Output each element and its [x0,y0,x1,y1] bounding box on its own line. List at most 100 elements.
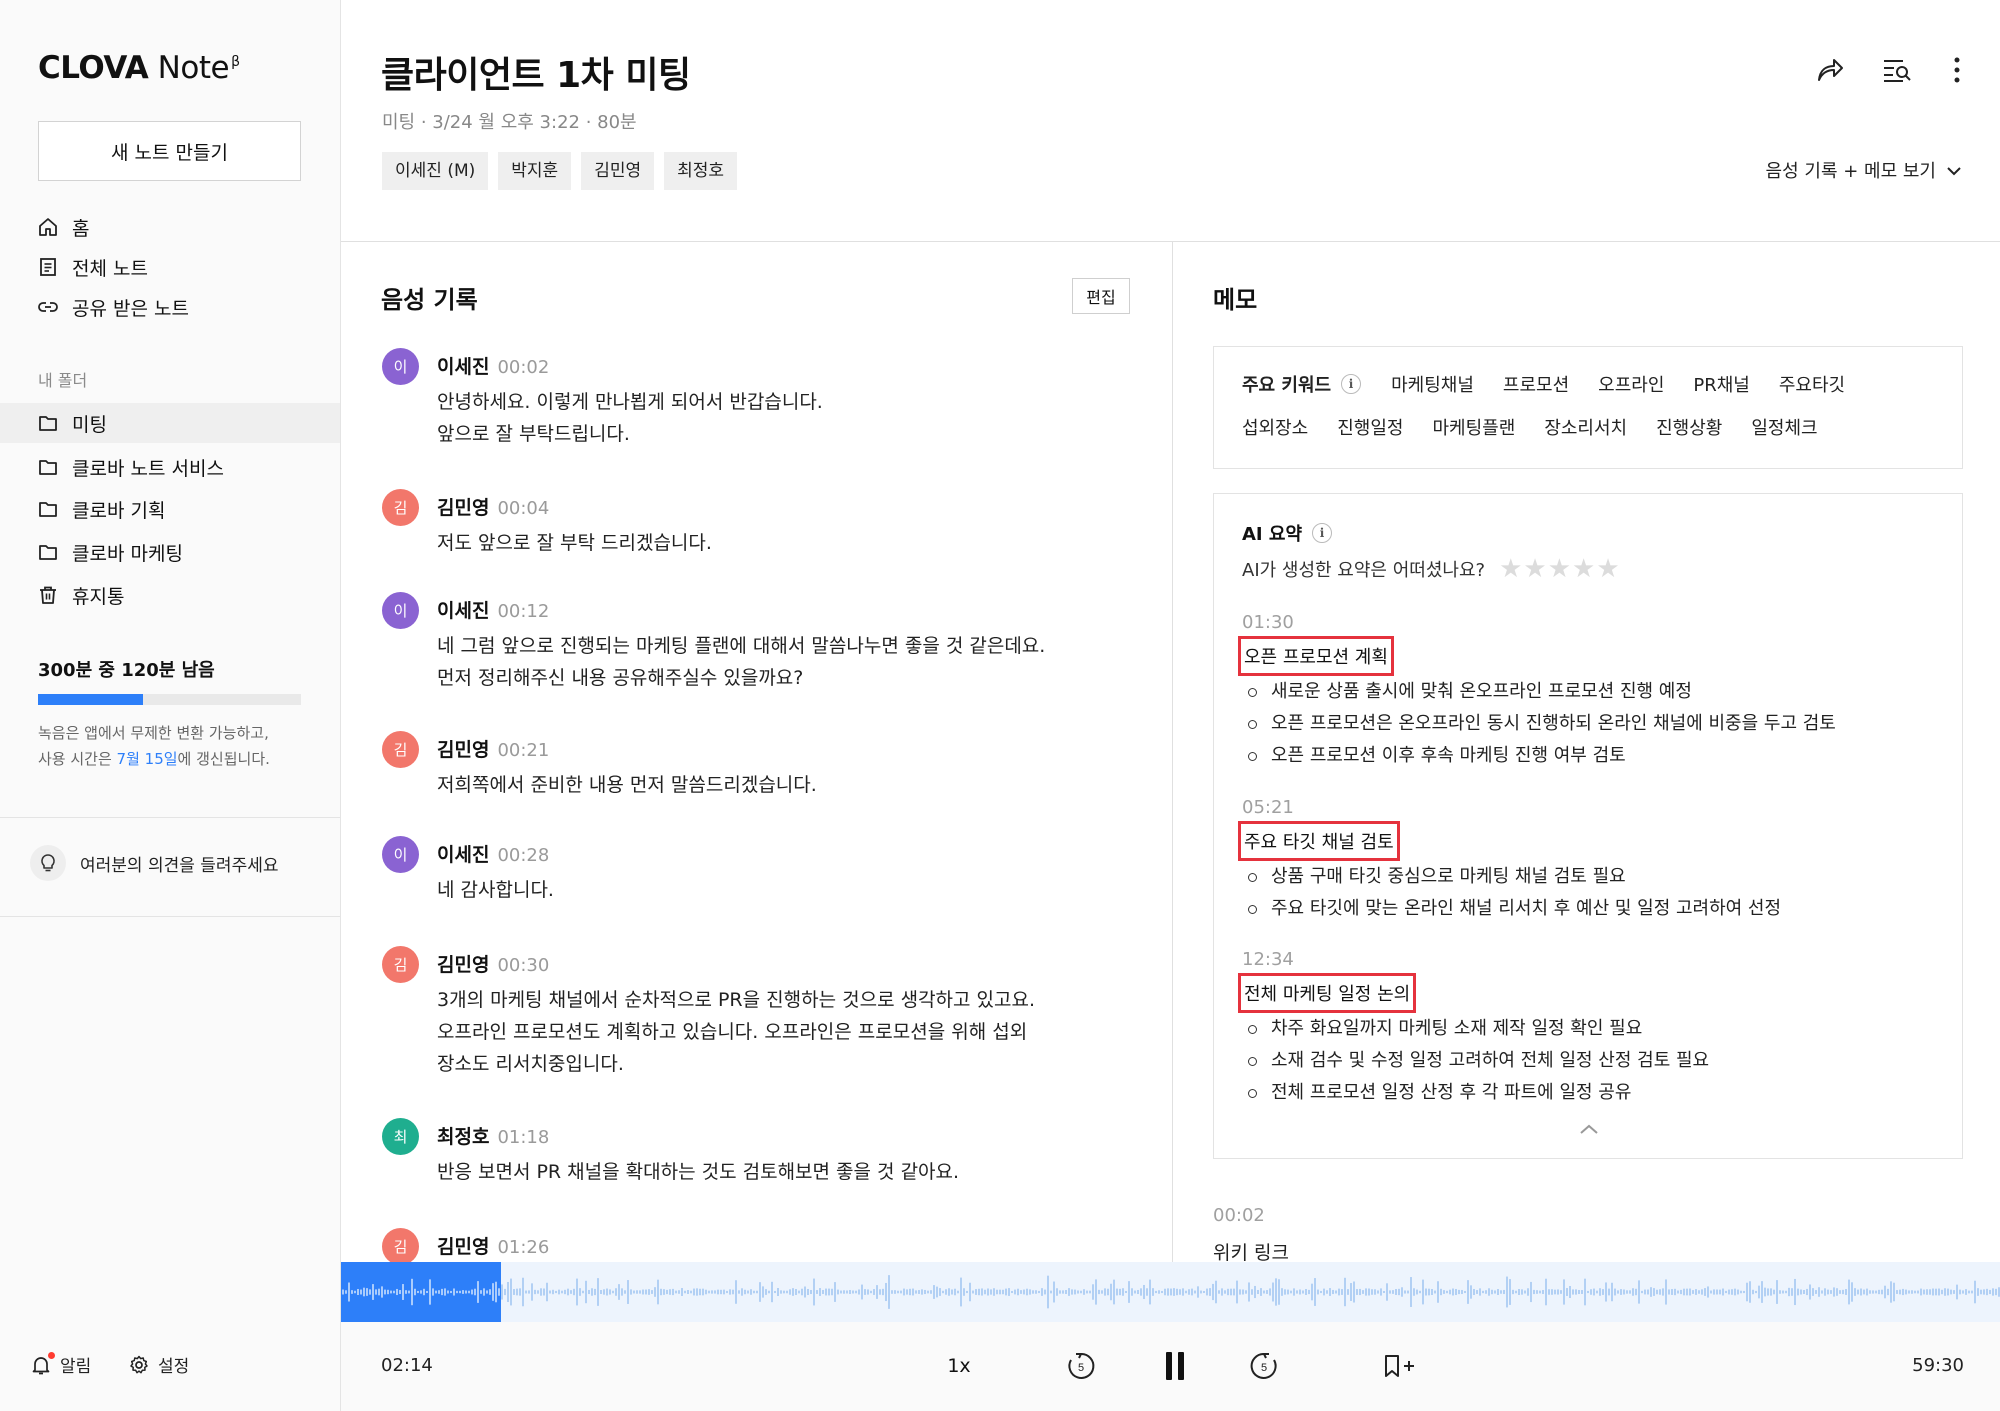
usage-title: 300분 중 120분 남음 [38,660,215,681]
rewind-5-button[interactable]: 5 [1059,1344,1103,1388]
utterance-timestamp[interactable]: 01:26 [497,1237,549,1258]
folder-trash[interactable]: 휴지통 [0,575,340,615]
speaker-avatar: 최 [382,1118,419,1155]
keyword-tag[interactable]: 마케팅채널 [1391,371,1474,397]
speaker-avatar: 김 [382,946,419,983]
folder-clova-planning[interactable]: 클로바 기획 [0,489,340,529]
utterance-timestamp[interactable]: 01:18 [497,1127,549,1148]
pause-button[interactable] [1153,1344,1197,1388]
folder-meeting[interactable]: 미팅 [0,403,340,443]
usage-progress-fill [38,694,144,705]
speaker-line: 김민영 00:21 [437,735,549,762]
bullet-icon [1248,872,1257,882]
audio-waveform[interactable] [341,1262,2000,1322]
memo-text[interactable]: 위키 링크 [1213,1238,1289,1265]
transcript-title: 음성 기록 [381,286,478,314]
folder-icon [36,411,60,435]
summary-timestamp[interactable]: 05:21 [1242,797,1294,818]
keyword-tag[interactable]: 프로모션 [1503,371,1569,397]
header-divider [341,241,2000,242]
keyword-tag[interactable]: 오프라인 [1598,371,1664,397]
participant-list: 이세진 (M) 박지훈 김민영 최정호 [382,152,738,190]
bullet-icon [1248,904,1257,914]
more-options-icon[interactable] [1939,52,1975,88]
star-icon[interactable]: ★ [1548,554,1572,584]
feedback-link[interactable]: 여러분의 의견을 들려주세요 [30,845,279,881]
utterance-timestamp[interactable]: 00:02 [497,357,549,378]
new-note-button[interactable]: 새 노트 만들기 [38,121,301,181]
keyword-tag[interactable]: 일정체크 [1751,414,1817,440]
info-icon[interactable]: i [1341,374,1362,394]
speaker-name: 김민영 [437,739,490,761]
speaker-name: 최정호 [437,1126,490,1148]
settings-button[interactable]: 설정 [128,1352,189,1377]
bell-icon [30,1351,55,1376]
utterance-line: 앞으로 잘 부탁드립니다. [437,423,630,445]
app-logo[interactable]: CLOVA Note β [38,50,240,86]
speaker-avatar: 김 [382,489,419,526]
keyword-tag[interactable]: 진행상황 [1656,414,1722,440]
sidebar: CLOVA Note β 새 노트 만들기 홈 전체 노트 공유 받은 노트 내 … [0,0,341,1411]
star-icon[interactable]: ★ [1572,554,1596,584]
memo-timestamp[interactable]: 00:02 [1213,1205,1265,1226]
speaker-name: 이세진 [437,844,490,866]
summary-timestamp[interactable]: 12:34 [1242,949,1294,970]
alerts-button[interactable]: 알림 [30,1351,91,1377]
utterance-text: 반응 보면서 PR 채널을 확대하는 것도 검토해보면 좋을 것 같아요. [437,1156,959,1188]
edit-transcript-button[interactable]: 편집 [1072,278,1130,314]
forward-5-button[interactable]: 5 [1242,1344,1286,1388]
utterance-line: 장소도 리서치중입니다. [437,1053,624,1075]
star-rating[interactable]: ★★★★★ [1499,554,1621,584]
summary-bullet-text: 전체 프로모션 일정 산정 후 각 파트에 일정 공유 [1271,1082,1632,1103]
summary-timestamp[interactable]: 01:30 [1242,612,1294,633]
ai-summary-panel: AI 요약 i AI가 생성한 요약은 어떠셨나요? ★★★★★ 01:30 오픈… [1213,493,1963,1159]
utterance-text: 저도 앞으로 잘 부탁 드리겠습니다. [437,527,712,559]
utterance-timestamp[interactable]: 00:04 [497,498,549,519]
column-divider [1172,242,1173,1262]
chevron-up-icon[interactable] [1576,1122,1602,1138]
total-duration: 59:30 [1912,1355,1964,1376]
participant-chip[interactable]: 이세진 (M) [382,152,489,190]
folder-clova-marketing[interactable]: 클로바 마케팅 [0,532,340,572]
view-mode-select[interactable]: 음성 기록 + 메모 보기 [1766,157,1962,183]
utterance-timestamp[interactable]: 00:21 [497,740,549,761]
keyword-tag[interactable]: 마케팅플랜 [1433,414,1516,440]
utterance-timestamp[interactable]: 00:28 [497,845,549,866]
keyword-tag[interactable]: 섭외장소 [1242,414,1308,440]
current-time: 02:14 [381,1355,433,1376]
summary-bullet: 오픈 프로모션은 온오프라인 동시 진행하되 온라인 채널에 비중을 두고 검토 [1242,708,1836,740]
star-icon[interactable]: ★ [1499,554,1523,584]
keyword-tag[interactable]: 진행일정 [1337,414,1403,440]
star-icon[interactable]: ★ [1523,554,1547,584]
utterance-line: 오프라인 프로모션도 계획하고 있습니다. 오프라인은 프로모션을 위해 섭외 [437,1021,1028,1043]
star-icon[interactable]: ★ [1596,554,1620,584]
nav-home[interactable]: 홈 [0,207,340,247]
folder-clova-note-service[interactable]: 클로바 노트 서비스 [0,447,340,487]
forward-icon: 5 [1250,1352,1277,1379]
summary-bullet: 새로운 상품 출시에 맞춰 온오프라인 프로모션 진행 예정 [1242,676,1836,708]
keywords-row: 주요 키워드 i 마케팅채널 프로모션 오프라인 PR채널 주요타깃 [1242,371,1874,397]
utterance-timestamp[interactable]: 00:30 [497,955,549,976]
nav-all-notes[interactable]: 전체 노트 [0,247,340,287]
participant-chip[interactable]: 김민영 [581,152,655,190]
speaker-avatar: 김 [382,731,419,768]
summary-bullet-list: 상품 구매 타깃 중심으로 마케팅 채널 검토 필요 주요 타깃에 맞는 온라인 … [1242,861,1781,925]
rewind-icon: 5 [1068,1352,1095,1379]
share-icon[interactable] [1812,52,1848,88]
folders-section-label: 내 폴더 [38,371,88,390]
participant-chip[interactable]: 최정호 [664,152,738,190]
playback-speed-button[interactable]: 1x [939,1344,979,1388]
info-icon[interactable]: i [1312,523,1333,543]
search-transcript-icon[interactable] [1879,52,1915,88]
participant-chip[interactable]: 박지훈 [498,152,572,190]
note-meta: 미팅 · 3/24 월 오후 3:22 · 80분 [382,112,637,133]
speaker-avatar: 김 [382,1228,419,1265]
usage-description: 녹음은 앱에서 무제한 변환 가능하고, 사용 시간은 7월 15일에 갱신됩니… [38,724,270,768]
keyword-tag[interactable]: 주요타깃 [1779,371,1845,397]
nav-shared-notes[interactable]: 공유 받은 노트 [0,287,340,327]
summary-bullet: 상품 구매 타깃 중심으로 마케팅 채널 검토 필요 [1242,861,1781,893]
keyword-tag[interactable]: 장소리서치 [1544,414,1627,440]
keyword-tag[interactable]: PR채널 [1693,371,1749,397]
add-bookmark-button[interactable] [1377,1344,1421,1388]
utterance-timestamp[interactable]: 00:12 [497,601,549,622]
